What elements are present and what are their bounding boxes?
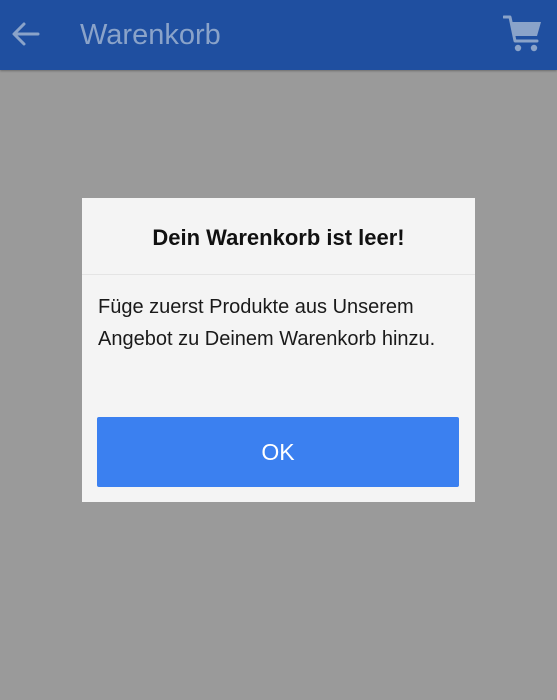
- dialog-title: Dein Warenkorb ist leer!: [82, 198, 475, 275]
- arrow-left-icon: [12, 22, 40, 46]
- shopping-cart-icon: [503, 15, 541, 52]
- app-bar: Warenkorb: [0, 0, 557, 70]
- empty-cart-dialog: Dein Warenkorb ist leer! Füge zuerst Pro…: [82, 198, 475, 502]
- cart-button[interactable]: [501, 12, 545, 56]
- dialog-message: Füge zuerst Produkte aus Unserem Angebot…: [98, 296, 436, 350]
- ok-button[interactable]: OK: [97, 417, 459, 487]
- back-button[interactable]: [6, 14, 46, 54]
- page-title: Warenkorb: [80, 19, 221, 51]
